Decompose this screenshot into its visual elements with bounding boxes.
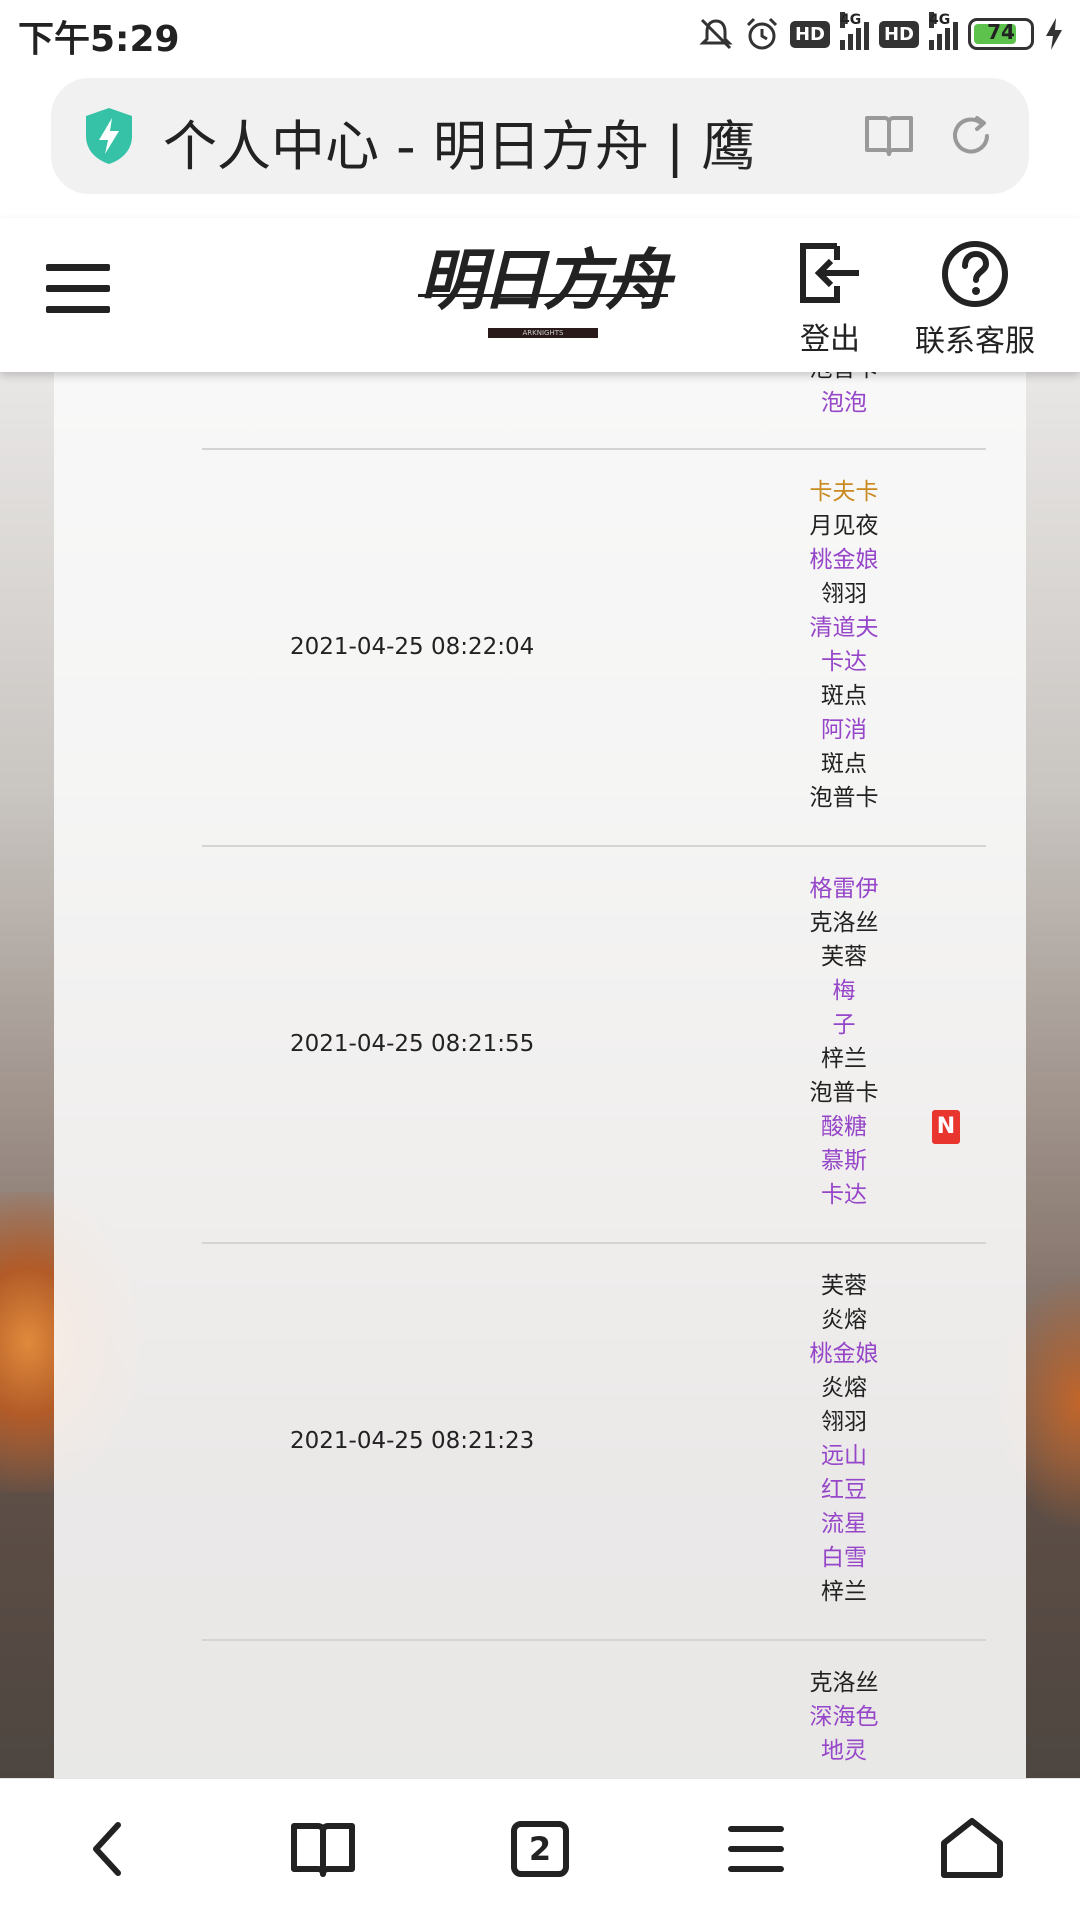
operator-name: 红豆 — [821, 1477, 867, 1503]
operator-name: 格雷伊 — [809, 876, 879, 902]
back-icon — [93, 1822, 121, 1876]
shield-icon — [86, 108, 132, 164]
logo-text: 明日方舟 — [419, 241, 671, 319]
page-title[interactable]: 个人中心 - 明日方舟 | 鹰 — [163, 102, 833, 181]
record-time: 2021-04-25 08:21:23 — [290, 1428, 535, 1454]
operator-name: 炎熔 — [821, 1307, 867, 1333]
battery-icon: 74 — [968, 18, 1034, 50]
home-icon — [941, 1818, 1003, 1878]
operator-name: 卡达 — [821, 1182, 867, 1208]
tabs-icon: 2 — [511, 1821, 569, 1877]
menu-button[interactable] — [716, 1809, 796, 1889]
logo-subtitle: ARKNIGHTS — [488, 328, 598, 338]
operator-name: 月见夜 — [809, 513, 879, 539]
operator-name: 克洛丝 — [809, 1670, 879, 1696]
operator-name: 翎羽 — [821, 581, 867, 607]
logout-button[interactable]: 登出 — [790, 240, 870, 358]
row-divider — [202, 1639, 986, 1641]
mute-icon — [699, 18, 733, 50]
operator-name: 斑点 — [821, 683, 867, 709]
operator-name: 清道夫 — [809, 615, 879, 641]
operator-name: 白雪 — [821, 1545, 867, 1571]
operator-name: 斑点 — [821, 751, 867, 777]
operator-name: 梓兰 — [821, 1579, 867, 1605]
row-divider — [202, 1242, 986, 1244]
operator-name: 梅 — [832, 978, 856, 1004]
operator-list: 芙蓉 炎熔 桃金娘 炎熔 翎羽 远山 红豆 流星 白雪 梓兰 — [754, 1269, 934, 1609]
operator-list: 卡夫卡 月见夜 桃金娘 翎羽 清道夫 卡达 斑点 阿消 斑点 泡普卡 — [754, 475, 934, 815]
operator-name: 桃金娘 — [809, 547, 879, 573]
operator-name: 泡普卡 — [754, 372, 934, 386]
bookmarks-icon — [291, 1823, 355, 1877]
bookmarks-button[interactable] — [283, 1809, 363, 1889]
operator-name: 地灵 — [821, 1738, 867, 1764]
operator-name: 卡夫卡 — [809, 479, 879, 505]
operator-name: 泡普卡 — [809, 785, 879, 811]
partial-names: 泡普卡 泡泡 — [754, 372, 934, 420]
hd-badge: HD — [878, 20, 919, 48]
operator-name: 芙蓉 — [821, 944, 867, 970]
status-time: 下午5:29 — [18, 19, 180, 60]
operator-name: 卡达 — [821, 649, 867, 675]
help-icon — [942, 241, 1008, 307]
status-icons: HD 4G HD 4G 74 — [698, 12, 1064, 56]
operator-name: 泡泡 — [821, 390, 867, 416]
hamburger-menu-icon[interactable] — [46, 264, 110, 314]
hd-badge: HD — [789, 20, 830, 48]
charging-icon — [1046, 18, 1062, 50]
operator-name: 泡普卡 — [809, 1080, 879, 1106]
customer-service-button[interactable]: 联系客服 — [900, 240, 1050, 360]
reload-icon[interactable] — [947, 112, 995, 160]
row-divider — [202, 845, 986, 847]
site-header: 明日方舟 ARKNIGHTS 登出 联系客服 — [0, 218, 1080, 372]
record-time: 2021-04-25 08:22:04 — [290, 634, 535, 660]
operator-name: 远山 — [821, 1443, 867, 1469]
signal-icon: 4G — [839, 12, 869, 50]
bottom-nav: 2 — [0, 1778, 1080, 1920]
operator-name: 酸糖 — [821, 1114, 867, 1140]
content-area[interactable]: 泡普卡 泡泡 2021-04-25 08:22:04 卡夫卡 月见夜 桃金娘 翎… — [0, 372, 1080, 1778]
new-badge: N — [932, 1110, 960, 1144]
operator-list: 克洛丝 深海色 地灵 — [754, 1666, 934, 1768]
reader-mode-icon[interactable] — [863, 112, 915, 158]
records-card: 泡普卡 泡泡 2021-04-25 08:22:04 卡夫卡 月见夜 桃金娘 翎… — [54, 372, 1026, 1778]
logout-icon — [800, 243, 859, 303]
url-bar[interactable]: 个人中心 - 明日方舟 | 鹰 — [51, 78, 1029, 194]
operator-name: 桃金娘 — [809, 1341, 879, 1367]
operator-name: 子 — [832, 1012, 856, 1038]
back-button[interactable] — [68, 1809, 148, 1889]
row-divider — [202, 448, 986, 450]
signal-icon: 4G — [929, 12, 958, 50]
operator-name: 翎羽 — [821, 1409, 867, 1435]
customer-service-label: 联系客服 — [915, 324, 1035, 359]
operator-name: 深海色 — [809, 1704, 879, 1730]
operator-name: 慕斯 — [821, 1148, 867, 1174]
tabs-button[interactable]: 2 — [500, 1809, 580, 1889]
menu-icon — [728, 1826, 784, 1872]
operator-name: 克洛丝 — [809, 910, 879, 936]
operator-name: 芙蓉 — [821, 1273, 867, 1299]
site-logo[interactable]: 明日方舟 ARKNIGHTS — [418, 236, 671, 356]
operator-list: 格雷伊 克洛丝 芙蓉 梅 子 梓兰 泡普卡 酸糖 慕斯 卡达 — [754, 872, 934, 1212]
status-bar: 下午5:29 HD 4G HD 4G 74 — [0, 0, 1080, 66]
operator-name: 阿消 — [821, 717, 867, 743]
operator-name: 梓兰 — [821, 1046, 867, 1072]
home-button[interactable] — [932, 1809, 1012, 1889]
operator-name: 流星 — [821, 1511, 867, 1537]
record-time: 2021-04-25 08:21:55 — [290, 1031, 535, 1057]
logout-label: 登出 — [800, 322, 860, 357]
alarm-icon — [746, 17, 778, 50]
operator-name: 炎熔 — [821, 1375, 867, 1401]
